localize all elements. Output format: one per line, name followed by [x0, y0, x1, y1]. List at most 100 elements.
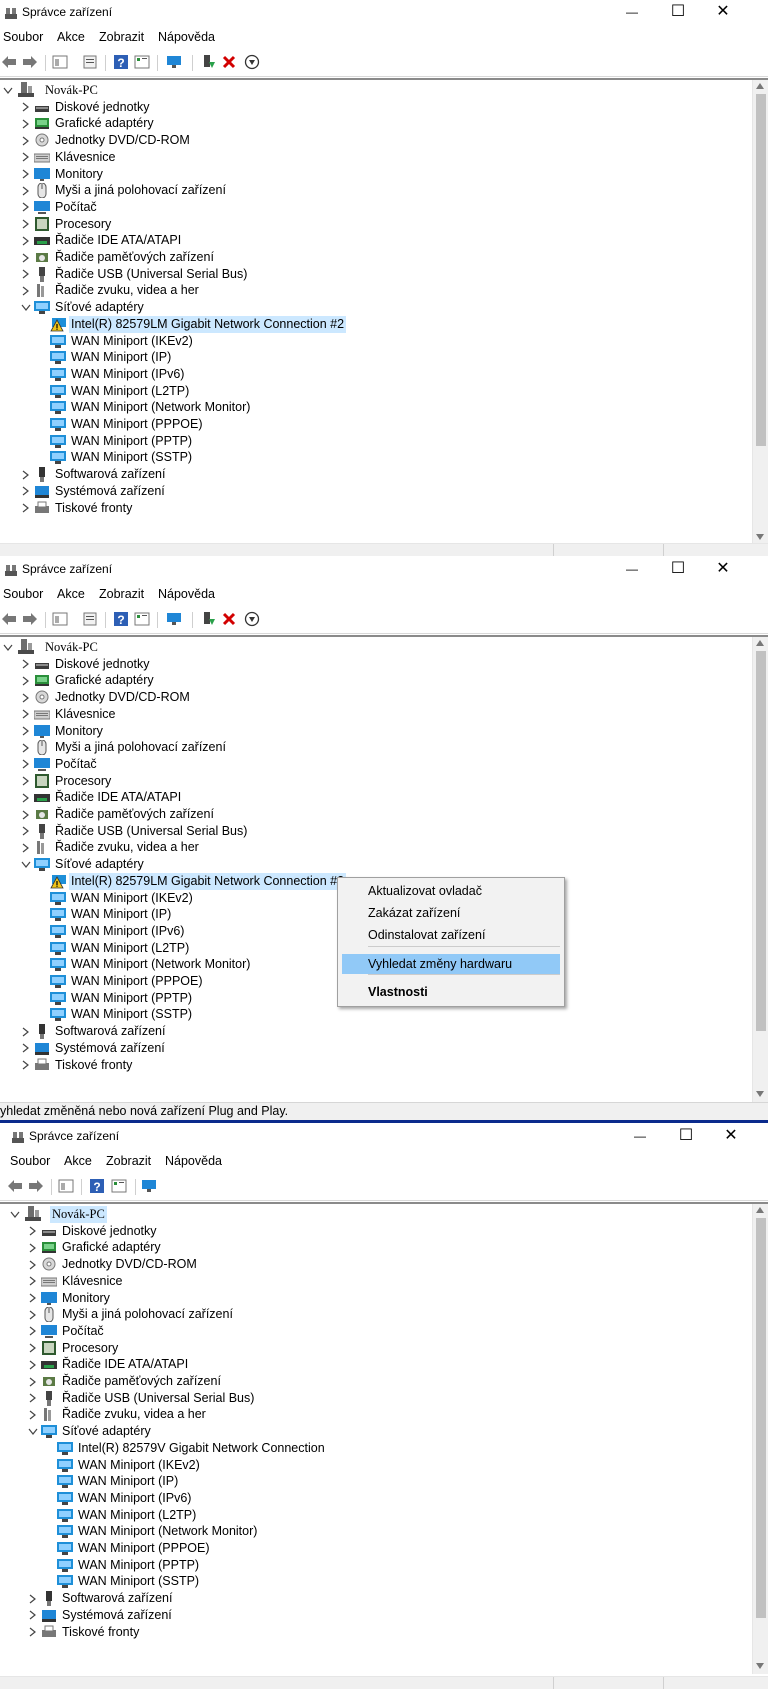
expand-chevron-icon[interactable]	[27, 1239, 39, 1256]
scrollbar-thumb[interactable]	[756, 651, 766, 1031]
tree-device[interactable]: Intel(R) 82579V Gigabit Network Connecti…	[0, 1440, 752, 1457]
tree-category[interactable]: Grafické adaptéry	[0, 672, 752, 689]
expand-chevron-icon[interactable]	[20, 739, 32, 756]
tree-category[interactable]: Diskové jednotky	[0, 1223, 752, 1240]
tree-device[interactable]: WAN Miniport (IKEv2)	[0, 1457, 752, 1474]
tree-device[interactable]: Intel(R) 82579LM Gigabit Network Connect…	[0, 315, 752, 333]
expand-chevron-icon[interactable]	[20, 232, 32, 249]
expand-chevron-icon[interactable]	[20, 706, 32, 723]
help-button[interactable]: ?	[112, 54, 130, 72]
minimize-button[interactable]: —	[617, 1124, 663, 1150]
tree-category[interactable]: Řadiče zvuku, videa a her	[0, 282, 752, 299]
expand-chevron-icon[interactable]	[27, 1390, 39, 1407]
tree-device[interactable]: WAN Miniport (L2TP)	[0, 383, 752, 400]
close-button[interactable]: ✕	[708, 1124, 754, 1150]
expand-chevron-icon[interactable]	[27, 1290, 39, 1307]
tree-category[interactable]: Řadiče zvuku, videa a her	[0, 839, 752, 856]
vertical-scrollbar[interactable]	[752, 637, 768, 1102]
expand-chevron-icon[interactable]	[20, 689, 32, 706]
expand-chevron-icon[interactable]	[20, 466, 32, 483]
expand-chevron-icon[interactable]	[27, 1607, 39, 1624]
tree-root[interactable]: Novák-PC	[0, 639, 752, 656]
expand-chevron-icon[interactable]	[20, 756, 32, 773]
tree-device[interactable]: WAN Miniport (IPv6)	[0, 1490, 752, 1507]
tree-category[interactable]: Myši a jiná polohovací zařízení	[0, 182, 752, 199]
menu-action[interactable]: Akce	[64, 1154, 92, 1168]
maximize-button[interactable]: ☐	[655, 557, 701, 583]
tree-category[interactable]: Řadiče IDE ATA/ATAPI	[0, 789, 752, 806]
tree-category[interactable]: Řadiče USB (Universal Serial Bus)	[0, 266, 752, 283]
show-hide-tree-button[interactable]	[57, 1178, 75, 1196]
tree-category[interactable]: Myši a jiná polohovací zařízení	[0, 1306, 752, 1323]
menu-help[interactable]: Nápověda	[158, 587, 215, 601]
tree-category[interactable]: Monitory	[0, 1290, 752, 1307]
update-driver-button[interactable]	[199, 611, 217, 629]
tree-device[interactable]: WAN Miniport (SSTP)	[0, 1006, 752, 1023]
menu-action[interactable]: Akce	[57, 30, 85, 44]
scroll-down-icon[interactable]	[756, 1086, 764, 1100]
expand-chevron-icon[interactable]	[20, 823, 32, 840]
expand-chevron-icon[interactable]	[20, 199, 32, 216]
tree-device[interactable]: WAN Miniport (PPTP)	[0, 1557, 752, 1574]
menu-file[interactable]: Soubor	[10, 1154, 50, 1168]
uninstall-device-menu-item[interactable]: Odinstalovat zařízení	[342, 925, 560, 945]
tree-category[interactable]: Řadiče USB (Universal Serial Bus)	[0, 1390, 752, 1407]
vertical-scrollbar[interactable]	[752, 1204, 768, 1674]
tree-category[interactable]: Klávesnice	[0, 149, 752, 166]
uninstall-button[interactable]	[220, 611, 238, 629]
menu-view[interactable]: Zobrazit	[99, 30, 144, 44]
expand-chevron-icon[interactable]	[20, 99, 32, 116]
expand-chevron-icon[interactable]	[20, 773, 32, 790]
collapse-chevron-icon[interactable]	[20, 299, 32, 316]
tree-category[interactable]: Myši a jiná polohovací zařízení	[0, 739, 752, 756]
tree-category[interactable]: Řadiče IDE ATA/ATAPI	[0, 232, 752, 249]
back-arrow-button[interactable]	[0, 54, 18, 72]
tree-category[interactable]: Tiskové fronty	[0, 1624, 752, 1641]
tree-category-network[interactable]: Síťové adaptéry	[0, 299, 752, 316]
expand-chevron-icon[interactable]	[20, 656, 32, 673]
scroll-up-icon[interactable]	[756, 1206, 764, 1215]
expand-chevron-icon[interactable]	[27, 1323, 39, 1340]
tree-device[interactable]: WAN Miniport (PPPOE)	[0, 416, 752, 433]
help-button[interactable]: ?	[88, 1178, 106, 1196]
tree-category[interactable]: Jednotky DVD/CD-ROM	[0, 132, 752, 149]
tree-category[interactable]: Počítač	[0, 199, 752, 216]
show-hide-tree-button[interactable]	[51, 611, 69, 629]
scroll-up-icon[interactable]	[756, 639, 764, 648]
collapse-chevron-icon[interactable]	[20, 856, 32, 873]
tree-device[interactable]: WAN Miniport (PPTP)	[0, 433, 752, 450]
expand-chevron-icon[interactable]	[27, 1223, 39, 1240]
close-button[interactable]: ✕	[700, 0, 746, 26]
tree-category[interactable]: Softwarová zařízení	[0, 1590, 752, 1607]
tree-device[interactable]: WAN Miniport (IKEv2)	[0, 333, 752, 350]
tree-category[interactable]: Tiskové fronty	[0, 1057, 752, 1074]
tree-category[interactable]: Klávesnice	[0, 1273, 752, 1290]
expand-chevron-icon[interactable]	[20, 149, 32, 166]
expand-chevron-icon[interactable]	[20, 789, 32, 806]
show-hide-tree-button[interactable]	[51, 54, 69, 72]
expand-chevron-icon[interactable]	[20, 500, 32, 517]
forward-arrow-button[interactable]	[21, 611, 39, 629]
tree-category[interactable]: Počítač	[0, 756, 752, 773]
scrollbar-thumb[interactable]	[756, 1218, 766, 1618]
menu-view[interactable]: Zobrazit	[106, 1154, 151, 1168]
scan-hardware-button[interactable]	[166, 54, 184, 72]
expand-chevron-icon[interactable]	[20, 483, 32, 500]
tree-category[interactable]: Řadiče USB (Universal Serial Bus)	[0, 823, 752, 840]
expand-chevron-icon[interactable]	[20, 1057, 32, 1074]
expand-chevron-icon[interactable]	[27, 1273, 39, 1290]
scan-hardware-button[interactable]	[166, 611, 184, 629]
expand-chevron-icon[interactable]	[20, 1023, 32, 1040]
tree-category[interactable]: Počítač	[0, 1323, 752, 1340]
tree-device[interactable]: WAN Miniport (SSTP)	[0, 449, 752, 466]
maximize-button[interactable]: ☐	[655, 0, 701, 26]
vertical-scrollbar[interactable]	[752, 80, 768, 545]
tree-device[interactable]: WAN Miniport (Network Monitor)	[0, 399, 752, 416]
tree-category[interactable]: Systémová zařízení	[0, 1607, 752, 1624]
tree-device[interactable]: WAN Miniport (IP)	[0, 349, 752, 366]
properties-button[interactable]	[81, 54, 99, 72]
expand-chevron-icon[interactable]	[20, 1040, 32, 1057]
expand-chevron-icon[interactable]	[20, 115, 32, 132]
collapse-chevron-icon[interactable]	[9, 1206, 21, 1223]
tree-category[interactable]: Systémová zařízení	[0, 483, 752, 500]
